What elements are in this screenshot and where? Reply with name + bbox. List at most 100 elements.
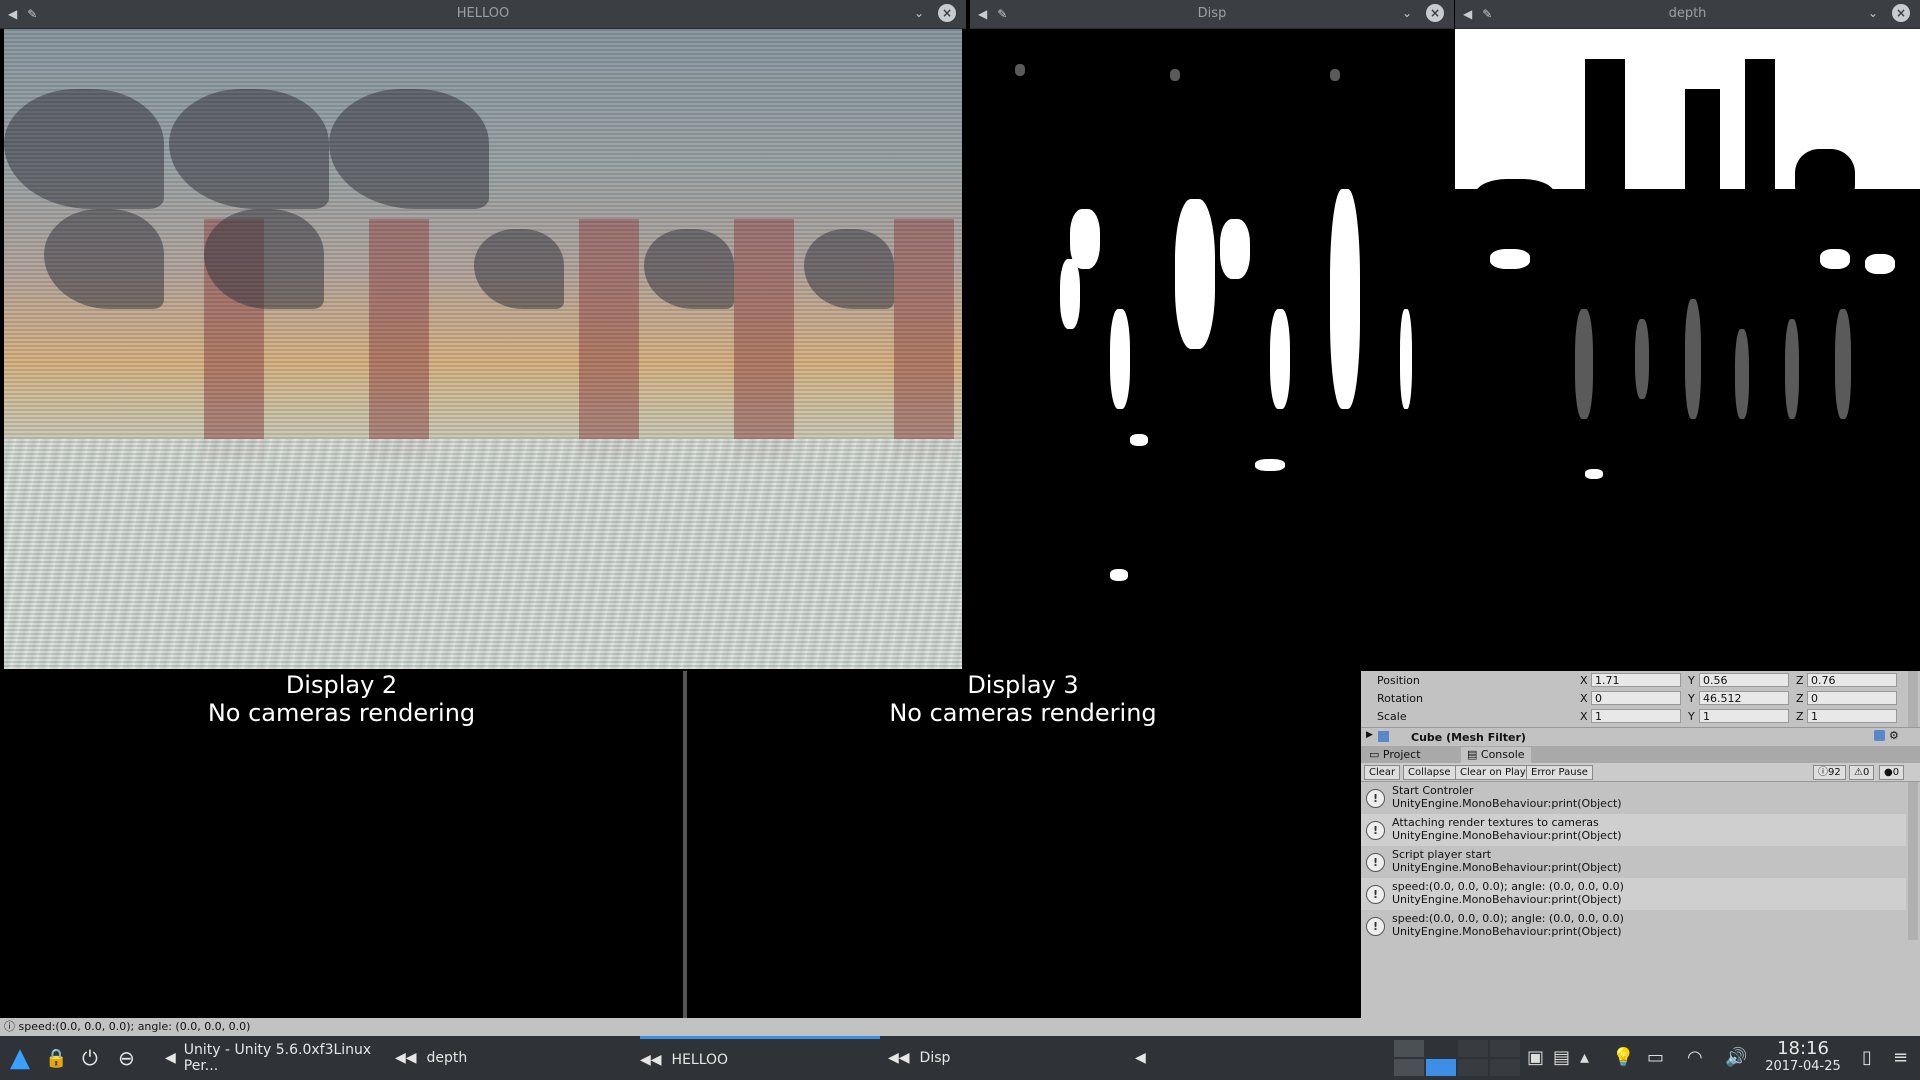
- info-icon: !: [1366, 917, 1385, 936]
- transform-scale-row: Scale X 1 Y 1 Z 1: [1361, 708, 1906, 726]
- log-trace: UnityEngine.MonoBehaviour:print(Object): [1392, 893, 1622, 906]
- info-icon: !: [1366, 853, 1385, 872]
- tab-bar: ▭ Project ▤ Console: [1361, 746, 1920, 763]
- scale-y-field[interactable]: 1: [1699, 709, 1789, 723]
- task-label: depth: [426, 1050, 468, 1066]
- clear-button[interactable]: Clear: [1364, 765, 1401, 780]
- console-log-row[interactable]: ! Start Controler UnityEngine.MonoBehavi…: [1361, 782, 1906, 814]
- status-info-icon: ⓘ: [4, 1020, 15, 1033]
- battery-icon[interactable]: ▭: [1647, 1047, 1664, 1068]
- display-3-panel: Display 3 No cameras rendering: [687, 671, 1359, 1018]
- titlebar-helloo[interactable]: ◀ ✎ HELLOO ⌄ ×: [0, 0, 966, 29]
- window-disp[interactable]: ◀ ✎ Disp ⌄ ×: [970, 0, 1454, 671]
- unity-app-icon: ◀◀: [640, 1051, 662, 1068]
- tab-console[interactable]: ▤ Console: [1461, 747, 1531, 763]
- log-trace: UnityEngine.MonoBehaviour:print(Object): [1392, 829, 1622, 842]
- unity-app-icon: ◀◀: [888, 1050, 910, 1066]
- close-icon[interactable]: ×: [1892, 4, 1910, 22]
- power-icon[interactable]: ⏻: [82, 1036, 98, 1080]
- console-scrollbar[interactable]: [1908, 782, 1918, 940]
- axis-x-label: X: [1580, 692, 1588, 705]
- volume-icon[interactable]: 🔊: [1725, 1047, 1747, 1068]
- log-message: Attaching render textures to cameras: [1392, 816, 1599, 829]
- expand-tray-icon[interactable]: ▴: [1580, 1047, 1589, 1068]
- lightbulb-icon[interactable]: 💡: [1612, 1047, 1634, 1068]
- task-unity[interactable]: ◀ Unity - Unity 5.6.0xf3Linux Per...: [165, 1036, 390, 1080]
- rotation-y-field[interactable]: 46.512: [1699, 691, 1789, 705]
- titlebar-depth[interactable]: ◀ ✎ depth ⌄ ×: [1455, 0, 1920, 29]
- info-icon: !: [1366, 821, 1385, 840]
- menu-icon[interactable]: ≡: [1893, 1047, 1908, 1068]
- warning-count-toggle[interactable]: ⚠0: [1849, 765, 1875, 780]
- console-icon: ▤: [1467, 748, 1481, 761]
- app-launcher-icon[interactable]: ▲: [10, 1036, 30, 1080]
- unity-app-icon: ◀◀: [395, 1050, 417, 1066]
- log-message: speed:(0.0, 0.0, 0.0); angle: (0.0, 0.0,…: [1392, 880, 1624, 893]
- tab-project-label: Project: [1382, 748, 1421, 761]
- unity-editor-panel: Position X 1.71 Y 0.56 Z 0.76 Rotation X…: [1361, 671, 1920, 1018]
- wifi-icon[interactable]: ◠: [1687, 1047, 1703, 1068]
- unity-app-icon[interactable]: ◀: [1135, 1036, 1146, 1080]
- axis-z-label: Z: [1796, 674, 1804, 687]
- info-icon: !: [1366, 789, 1385, 808]
- mesh-filter-header[interactable]: ▶ Cube (Mesh Filter) ⚙: [1361, 727, 1920, 746]
- log-count: 92: [1828, 767, 1841, 778]
- rotation-x-field[interactable]: 0: [1591, 691, 1681, 705]
- position-y-field[interactable]: 0.56: [1699, 673, 1789, 687]
- task-label: HELLOO: [671, 1051, 729, 1068]
- transform-position-row: Position X 1.71 Y 0.56 Z 0.76: [1361, 672, 1906, 690]
- console-log-row[interactable]: ! Script player start UnityEngine.MonoBe…: [1361, 846, 1906, 878]
- lock-icon[interactable]: 🔒: [45, 1036, 67, 1080]
- logout-icon[interactable]: ⊖: [118, 1036, 135, 1080]
- system-monitor-icon[interactable]: ▣: [1527, 1047, 1544, 1068]
- display-2-message: No cameras rendering: [207, 699, 476, 727]
- inspector-scrollbar[interactable]: [1908, 671, 1918, 727]
- expand-arrow-icon[interactable]: ▶: [1366, 730, 1373, 740]
- log-count-toggle[interactable]: ⓘ92: [1813, 765, 1846, 780]
- rotation-z-field[interactable]: 0: [1807, 691, 1897, 705]
- console-log-row[interactable]: ! Attaching render textures to cameras U…: [1361, 814, 1906, 846]
- collapse-button[interactable]: Collapse: [1403, 765, 1456, 780]
- scale-x-field[interactable]: 1: [1591, 709, 1681, 723]
- device-icon[interactable]: ▯: [1862, 1047, 1872, 1068]
- clock[interactable]: 18:16 2017-04-25: [1763, 1039, 1843, 1075]
- log-message: Script player start: [1392, 848, 1492, 861]
- task-depth[interactable]: ◀◀ depth: [395, 1036, 625, 1080]
- rotation-label: Rotation: [1377, 692, 1424, 705]
- tab-project[interactable]: ▭ Project: [1363, 747, 1427, 763]
- task-disp[interactable]: ◀◀ Disp: [888, 1036, 1128, 1080]
- console-log-row[interactable]: ! speed:(0.0, 0.0, 0.0); angle: (0.0, 0.…: [1361, 878, 1906, 910]
- close-icon[interactable]: ×: [938, 4, 956, 22]
- scale-label: Scale: [1377, 710, 1407, 723]
- console-toolbar: Clear Collapse Clear on Play Error Pause…: [1361, 763, 1920, 782]
- titlebar-disp[interactable]: ◀ ✎ Disp ⌄ ×: [970, 0, 1454, 29]
- close-icon[interactable]: ×: [1426, 4, 1444, 22]
- task-helloo[interactable]: ◀◀ HELLOO: [640, 1036, 880, 1080]
- mesh-filter-icon: [1378, 731, 1389, 742]
- error-pause-button[interactable]: Error Pause: [1526, 765, 1593, 780]
- clear-on-play-button[interactable]: Clear on Play: [1455, 765, 1531, 780]
- folder-icon: ▭: [1369, 748, 1383, 761]
- position-x-field[interactable]: 1.71: [1591, 673, 1681, 687]
- status-text: speed:(0.0, 0.0, 0.0); angle: (0.0, 0.0,…: [18, 1020, 251, 1033]
- warning-icon: ⚠: [1854, 767, 1863, 778]
- chevron-down-icon[interactable]: ⌄: [914, 5, 924, 21]
- chevron-down-icon[interactable]: ⌄: [1868, 5, 1878, 21]
- console-log-row[interactable]: ! speed:(0.0, 0.0, 0.0); angle: (0.0, 0.…: [1361, 910, 1906, 942]
- status-bar[interactable]: ⓘ speed:(0.0, 0.0, 0.0); angle: (0.0, 0.…: [0, 1018, 1920, 1036]
- virtual-desktop-pager[interactable]: [1394, 1040, 1524, 1076]
- display-3-title: Display 3: [967, 671, 1079, 699]
- window-title: depth: [1668, 6, 1707, 21]
- window-helloo[interactable]: ◀ ✎ HELLOO ⌄ ×: [0, 0, 966, 671]
- settings-gear-icon[interactable]: ⚙: [1889, 729, 1899, 742]
- scale-z-field[interactable]: 1: [1807, 709, 1897, 723]
- error-icon: ●: [1884, 767, 1893, 778]
- axis-z-label: Z: [1796, 710, 1804, 723]
- clipboard-icon[interactable]: ▤: [1553, 1047, 1570, 1068]
- error-count-toggle[interactable]: ●0: [1879, 765, 1905, 780]
- depth-image: [1455, 29, 1920, 671]
- chevron-down-icon[interactable]: ⌄: [1402, 5, 1412, 21]
- window-depth[interactable]: ◀ ✎ depth ⌄ ×: [1455, 0, 1920, 671]
- position-z-field[interactable]: 0.76: [1807, 673, 1897, 687]
- help-icon[interactable]: [1874, 730, 1885, 741]
